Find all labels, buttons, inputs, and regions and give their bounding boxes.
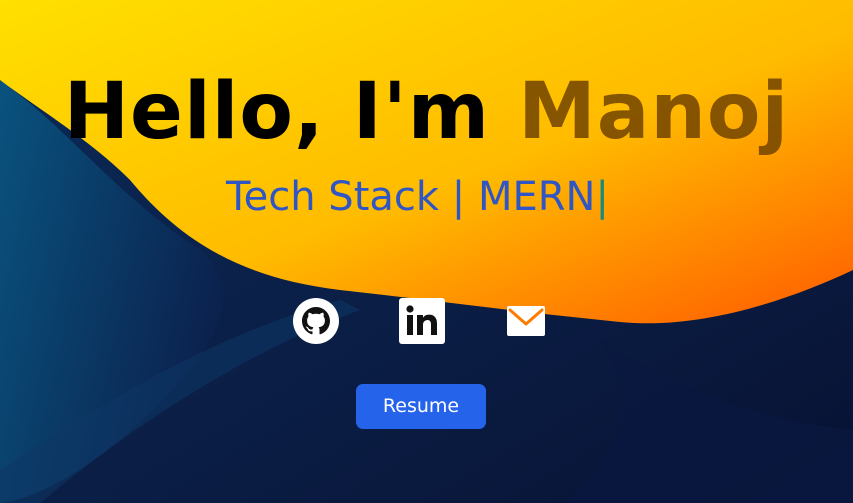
greeting-text: Hello, I'm	[63, 67, 490, 157]
resume-button[interactable]: Resume	[356, 384, 486, 429]
typing-subtitle: Tech Stack | MERN|	[226, 172, 609, 222]
github-link[interactable]	[293, 298, 339, 344]
subtitle-text: Tech Stack | MERN	[226, 174, 596, 220]
email-link[interactable]	[503, 298, 549, 344]
linkedin-icon	[399, 298, 445, 344]
hero-title: Hello, I'm Manoj	[0, 62, 853, 162]
mail-icon	[507, 306, 545, 336]
name-text: Manoj	[518, 67, 790, 157]
hero-section: Hello, I'm Manoj Tech Stack | MERN| Resu…	[0, 0, 853, 503]
linkedin-link[interactable]	[399, 298, 445, 344]
github-icon	[293, 298, 339, 344]
social-links	[0, 298, 853, 344]
typing-cursor: |	[595, 174, 609, 220]
